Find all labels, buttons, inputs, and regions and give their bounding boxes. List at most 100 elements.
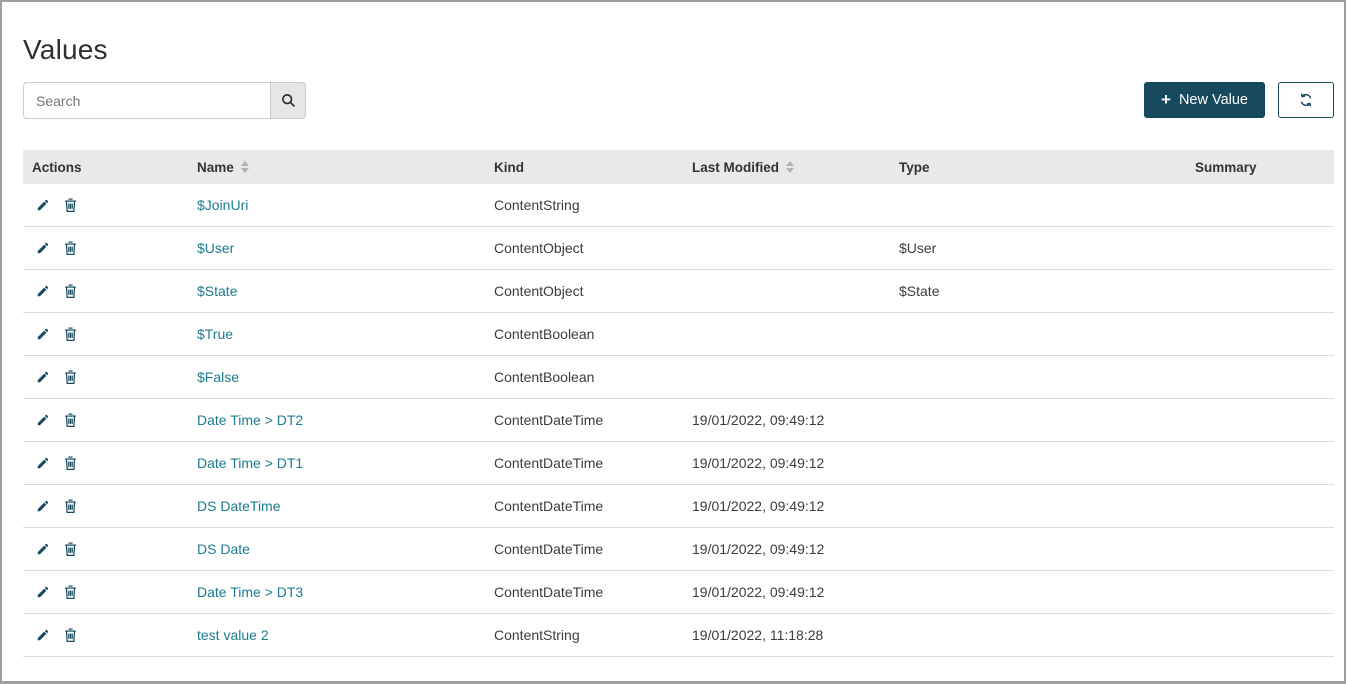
delete-button[interactable]: [63, 412, 78, 428]
trash-icon: [63, 627, 78, 643]
edit-button[interactable]: [36, 499, 50, 513]
value-name-link[interactable]: $User: [197, 240, 234, 256]
search-icon: [281, 93, 296, 108]
row-actions-cell: [23, 240, 197, 256]
kind-cell: ContentBoolean: [494, 326, 692, 342]
kind-cell: ContentDateTime: [494, 455, 692, 471]
value-name-link[interactable]: DS Date: [197, 541, 250, 557]
name-cell: $True: [197, 326, 494, 342]
edit-button[interactable]: [36, 456, 50, 470]
edit-button[interactable]: [36, 370, 50, 384]
search-button[interactable]: [270, 82, 306, 119]
last-modified-cell: 19/01/2022, 09:49:12: [692, 455, 899, 471]
sort-arrows-icon[interactable]: [241, 161, 249, 173]
table-row: $StateContentObject$State: [23, 270, 1334, 313]
table-row: Date Time > DT3ContentDateTime19/01/2022…: [23, 571, 1334, 614]
value-name-link[interactable]: $False: [197, 369, 239, 385]
search-group: [23, 82, 306, 119]
row-actions-cell: [23, 455, 197, 471]
name-cell: DS Date: [197, 541, 494, 557]
type-cell: $User: [899, 240, 1195, 256]
trash-icon: [63, 541, 78, 557]
value-name-link[interactable]: $JoinUri: [197, 197, 248, 213]
kind-cell: ContentDateTime: [494, 541, 692, 557]
table-row: $True ContentBoolean: [23, 313, 1334, 356]
last-modified-cell: 19/01/2022, 09:49:12: [692, 584, 899, 600]
new-value-button[interactable]: + New Value: [1144, 82, 1265, 118]
delete-button[interactable]: [63, 541, 78, 557]
name-cell: Date Time > DT2: [197, 412, 494, 428]
kind-cell: ContentDateTime: [494, 412, 692, 428]
pencil-icon: [36, 542, 50, 556]
delete-button[interactable]: [63, 369, 78, 385]
delete-button[interactable]: [63, 197, 78, 213]
column-header-name[interactable]: Name: [197, 160, 494, 175]
table-row: Date Time > DT2ContentDateTime19/01/2022…: [23, 399, 1334, 442]
pencil-icon: [36, 413, 50, 427]
row-actions-cell: [23, 283, 197, 299]
value-name-link[interactable]: DS DateTime: [197, 498, 281, 514]
pencil-icon: [36, 370, 50, 384]
delete-button[interactable]: [63, 326, 78, 342]
toolbar-right-actions: + New Value: [1144, 82, 1334, 118]
pencil-icon: [36, 198, 50, 212]
edit-button[interactable]: [36, 542, 50, 556]
trash-icon: [63, 240, 78, 256]
column-header-type: Type: [899, 160, 1195, 175]
row-actions-cell: [23, 369, 197, 385]
edit-button[interactable]: [36, 327, 50, 341]
row-actions-cell: [23, 326, 197, 342]
plus-icon: +: [1161, 91, 1171, 108]
app-window: Values + New Value: [0, 0, 1346, 684]
pencil-icon: [36, 241, 50, 255]
kind-cell: ContentObject: [494, 240, 692, 256]
table-row: test value 2ContentString19/01/2022, 11:…: [23, 614, 1334, 657]
trash-icon: [63, 498, 78, 514]
row-actions-cell: [23, 584, 197, 600]
search-input[interactable]: [23, 82, 270, 119]
pencil-icon: [36, 456, 50, 470]
edit-button[interactable]: [36, 628, 50, 642]
edit-button[interactable]: [36, 284, 50, 298]
table-row: DS DateContentDateTime19/01/2022, 09:49:…: [23, 528, 1334, 571]
edit-button[interactable]: [36, 413, 50, 427]
new-value-label: New Value: [1179, 92, 1248, 108]
delete-button[interactable]: [63, 283, 78, 299]
delete-button[interactable]: [63, 498, 78, 514]
value-name-link[interactable]: test value 2: [197, 627, 269, 643]
table-row: $User ContentObject $User: [23, 227, 1334, 270]
column-header-kind: Kind: [494, 160, 692, 175]
kind-cell: ContentDateTime: [494, 498, 692, 514]
table-row: $JoinUriContentString: [23, 184, 1334, 227]
refresh-button[interactable]: [1278, 82, 1334, 118]
edit-button[interactable]: [36, 585, 50, 599]
name-cell: $False: [197, 369, 494, 385]
name-cell: test value 2: [197, 627, 494, 643]
column-header-label: Last Modified: [692, 160, 779, 175]
delete-button[interactable]: [63, 240, 78, 256]
delete-button[interactable]: [63, 455, 78, 471]
value-name-link[interactable]: Date Time > DT1: [197, 455, 303, 471]
table-row: $False ContentBoolean: [23, 356, 1334, 399]
kind-cell: ContentBoolean: [494, 369, 692, 385]
trash-icon: [63, 197, 78, 213]
name-cell: $State: [197, 283, 494, 299]
sort-arrows-icon[interactable]: [786, 161, 794, 173]
edit-button[interactable]: [36, 198, 50, 212]
trash-icon: [63, 369, 78, 385]
value-name-link[interactable]: $State: [197, 283, 237, 299]
edit-button[interactable]: [36, 241, 50, 255]
value-name-link[interactable]: $True: [197, 326, 233, 342]
delete-button[interactable]: [63, 584, 78, 600]
name-cell: DS DateTime: [197, 498, 494, 514]
trash-icon: [63, 412, 78, 428]
row-actions-cell: [23, 627, 197, 643]
column-header-modified[interactable]: Last Modified: [692, 160, 899, 175]
value-name-link[interactable]: Date Time > DT3: [197, 584, 303, 600]
value-name-link[interactable]: Date Time > DT2: [197, 412, 303, 428]
column-header-actions: Actions: [23, 160, 197, 175]
last-modified-cell: 19/01/2022, 11:18:28: [692, 627, 899, 643]
column-header-label: Type: [899, 160, 930, 175]
delete-button[interactable]: [63, 627, 78, 643]
row-actions-cell: [23, 541, 197, 557]
